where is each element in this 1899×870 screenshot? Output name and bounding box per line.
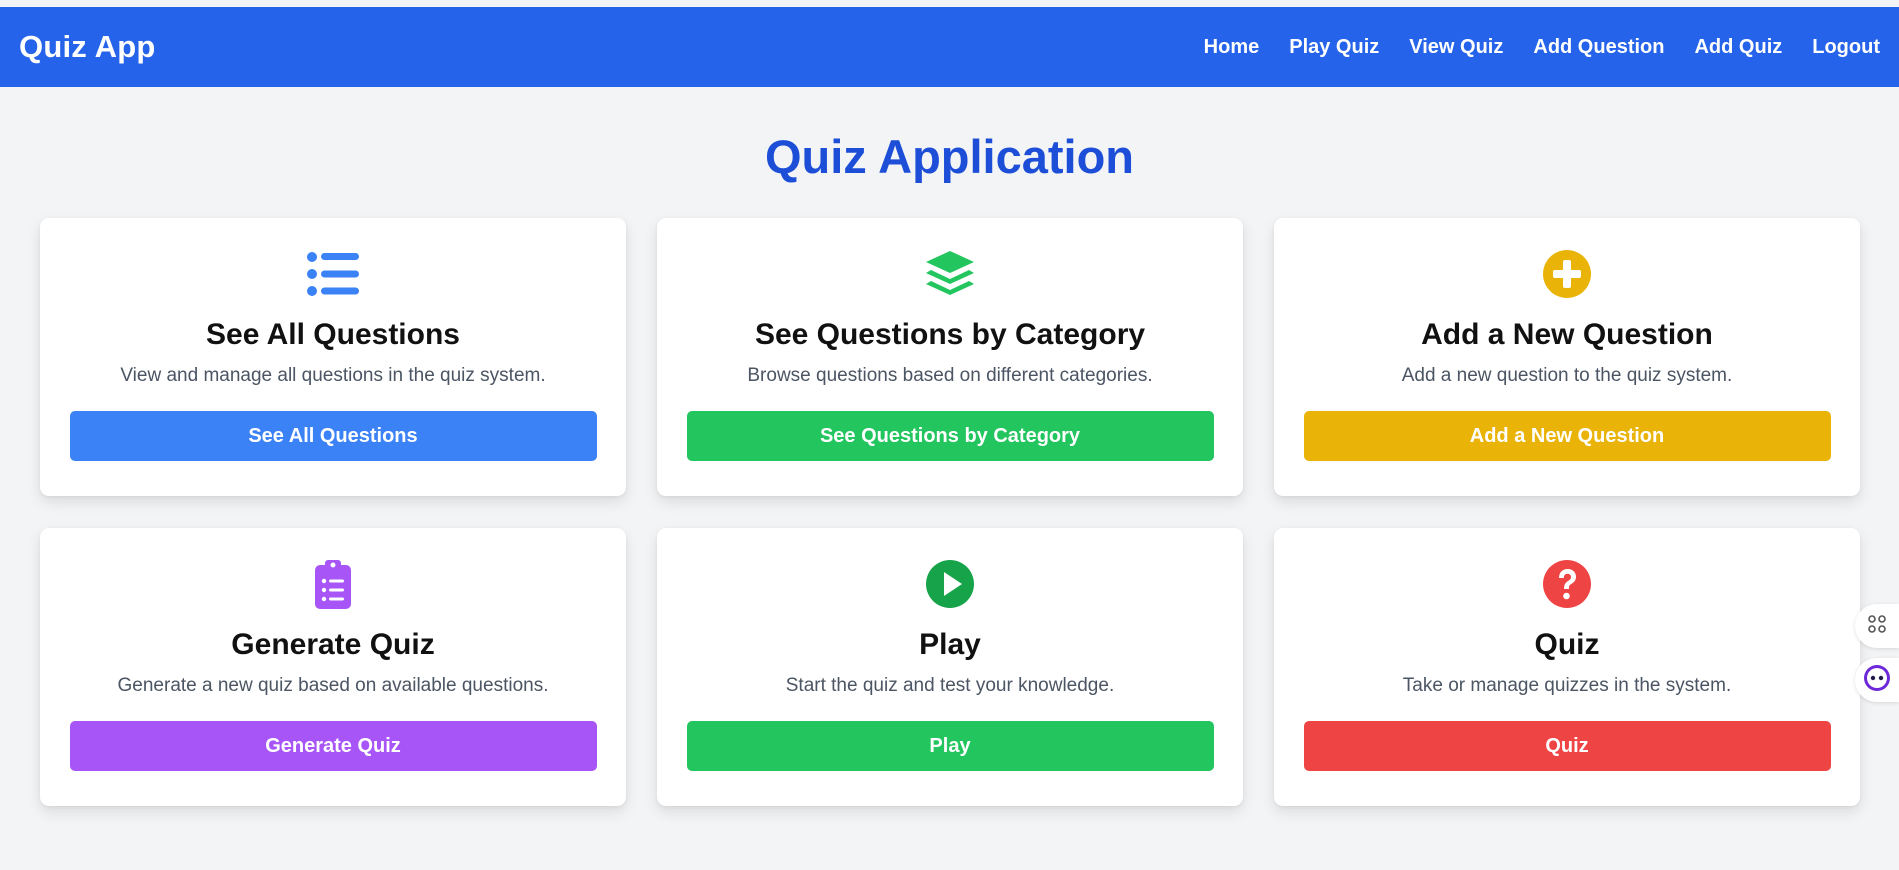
navbar: Quiz App Home Play Quiz View Quiz Add Qu…: [0, 7, 1899, 87]
add-new-question-button[interactable]: Add a New Question: [1303, 411, 1831, 461]
brand-logo[interactable]: Quiz App: [19, 29, 155, 65]
see-questions-by-category-button[interactable]: See Questions by Category: [686, 411, 1214, 461]
assistant-float-button[interactable]: [1855, 658, 1899, 702]
card-generate-quiz: Generate Quiz Generate a new quiz based …: [40, 528, 626, 806]
apps-icon: [1867, 614, 1887, 639]
card-description: Generate a new quiz based on available q…: [117, 675, 549, 696]
top-strip: [0, 0, 1899, 7]
card-play: Play Start the quiz and test your knowle…: [657, 528, 1243, 806]
card-description: Browse questions based on different cate…: [747, 365, 1153, 386]
clipboard-list-icon: [307, 558, 359, 610]
card-title: See Questions by Category: [754, 318, 1146, 351]
apps-float-button[interactable]: [1855, 604, 1899, 648]
play-circle-icon: [924, 558, 976, 610]
card-title: Add a New Question: [1421, 318, 1713, 351]
nav-link-add-question[interactable]: Add Question: [1533, 36, 1664, 59]
nav-link-home[interactable]: Home: [1204, 36, 1260, 59]
question-circle-icon: [1541, 558, 1593, 610]
card-title: Quiz: [1534, 628, 1600, 661]
nav-link-add-quiz[interactable]: Add Quiz: [1694, 36, 1782, 59]
card-title: Play: [919, 628, 981, 661]
quiz-button[interactable]: Quiz: [1303, 721, 1831, 771]
list-icon: [307, 248, 359, 300]
nav-link-logout[interactable]: Logout: [1812, 36, 1880, 59]
plus-circle-icon: [1541, 248, 1593, 300]
page-title: Quiz Application: [764, 130, 1135, 183]
card-add-new-question: Add a New Question Add a new question to…: [1274, 218, 1860, 496]
nav-links: Home Play Quiz View Quiz Add Question Ad…: [1174, 36, 1880, 59]
card-see-questions-by-category: See Questions by Category Browse questio…: [657, 218, 1243, 496]
card-see-all-questions: See All Questions View and manage all qu…: [40, 218, 626, 496]
layers-icon: [924, 248, 976, 300]
play-button[interactable]: Play: [686, 721, 1214, 771]
card-description: View and manage all questions in the qui…: [120, 365, 546, 386]
card-quiz: Quiz Take or manage quizzes in the syste…: [1274, 528, 1860, 806]
card-description: Add a new question to the quiz system.: [1401, 365, 1733, 386]
card-title: See All Questions: [206, 318, 460, 351]
assistant-icon: [1862, 663, 1892, 698]
card-description: Start the quiz and test your knowledge.: [785, 675, 1115, 696]
nav-link-view-quiz[interactable]: View Quiz: [1409, 36, 1503, 59]
card-title: Generate Quiz: [231, 628, 435, 661]
card-grid: See All Questions View and manage all qu…: [40, 218, 1860, 806]
card-description: Take or manage quizzes in the system.: [1402, 675, 1732, 696]
nav-link-play-quiz[interactable]: Play Quiz: [1289, 36, 1379, 59]
see-all-questions-button[interactable]: See All Questions: [69, 411, 597, 461]
generate-quiz-button[interactable]: Generate Quiz: [69, 721, 597, 771]
